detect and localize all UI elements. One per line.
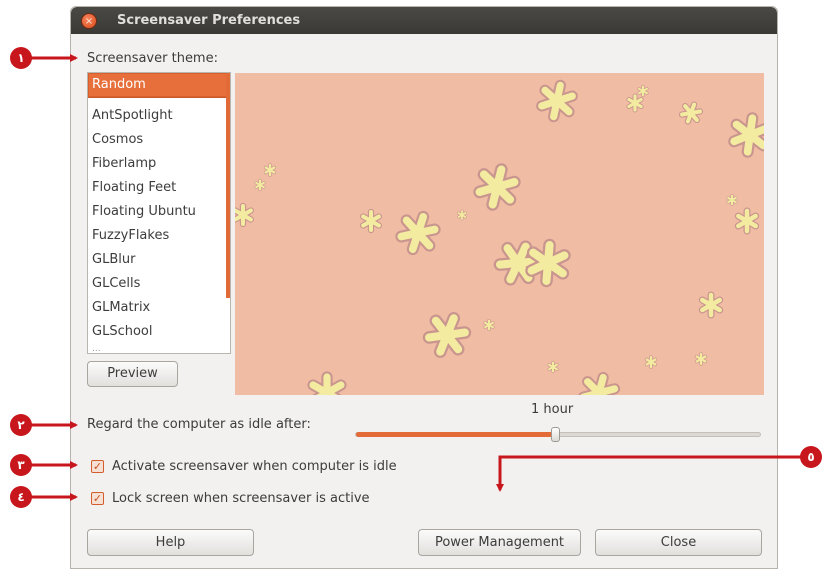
idle-value: 1 hour <box>531 402 574 417</box>
list-item[interactable]: FuzzyFlakes <box>88 224 230 248</box>
close-icon[interactable]: × <box>81 13 97 29</box>
title-bar: × Screensaver Preferences <box>71 7 777 34</box>
list-item[interactable]: Floating Feet <box>88 176 230 200</box>
list-item[interactable]: GLCells <box>88 272 230 296</box>
annotation-marker-4: ٤ <box>10 486 32 508</box>
list-item[interactable]: Fiberlamp <box>88 152 230 176</box>
slider-fill <box>356 432 555 437</box>
theme-list[interactable]: Random AntSpotlight Cosmos Fiberlamp Flo… <box>87 72 231 354</box>
lock-screen-label[interactable]: Lock screen when screensaver is active <box>112 490 370 508</box>
close-button[interactable]: Close <box>595 529 762 556</box>
window-title: Screensaver Preferences <box>117 13 301 28</box>
checkmark-icon[interactable]: ✓ <box>91 492 104 505</box>
idle-slider[interactable] <box>355 427 761 442</box>
screensaver-preferences-window: × Screensaver Preferences Screensaver th… <box>70 6 778 569</box>
annotation-marker-5: ٥ <box>800 446 822 468</box>
list-item[interactable]: Random <box>88 73 230 98</box>
list-item[interactable]: GLSchool <box>88 320 230 344</box>
list-item[interactable]: GLBlur <box>88 248 230 272</box>
annotation-marker-2: ٢ <box>10 414 32 436</box>
list-item-partial[interactable]: ... <box>88 344 230 353</box>
list-scrollbar[interactable] <box>226 73 230 298</box>
screensaver-preview <box>235 73 764 395</box>
list-item[interactable]: GLMatrix <box>88 296 230 320</box>
annotation-marker-1: ١ <box>10 47 32 69</box>
annotation-marker-3: ٣ <box>10 454 32 476</box>
checkmark-icon[interactable]: ✓ <box>91 460 104 473</box>
help-button[interactable]: Help <box>87 529 254 556</box>
list-item[interactable]: Cosmos <box>88 128 230 152</box>
theme-label: Screensaver theme: <box>87 51 218 66</box>
power-management-button[interactable]: Power Management <box>418 529 581 556</box>
list-item[interactable]: AntSpotlight <box>88 104 230 128</box>
list-item[interactable]: Floating Ubuntu <box>88 200 230 224</box>
idle-label: Regard the computer as idle after: <box>87 417 311 432</box>
snowflake-preview-graphic <box>235 73 764 395</box>
slider-thumb[interactable] <box>551 427 560 442</box>
activate-screensaver-label[interactable]: Activate screensaver when computer is id… <box>112 458 397 476</box>
preview-button[interactable]: Preview <box>87 361 178 387</box>
